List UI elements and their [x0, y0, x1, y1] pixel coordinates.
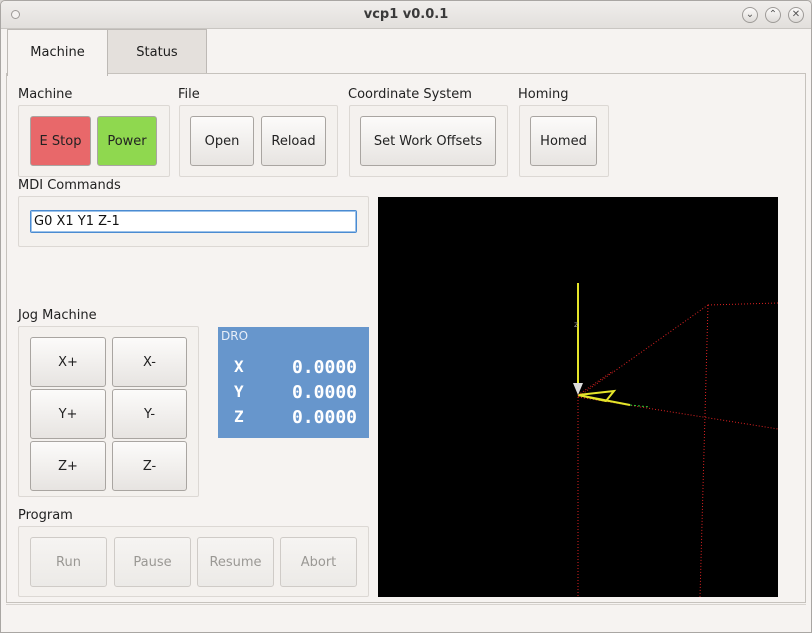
dro-row-x: X 0.0000 — [218, 357, 369, 379]
jog-z-plus-button[interactable]: Z+ — [30, 441, 106, 491]
homing-group-label: Homing — [518, 87, 569, 102]
dro-row-z: Z 0.0000 — [218, 407, 369, 429]
machine-group-label: Machine — [18, 87, 73, 102]
dro-axis-label: X — [234, 357, 244, 376]
coordinate-system-group-label: Coordinate System — [348, 87, 472, 102]
jog-z-minus-button[interactable]: Z- — [112, 441, 187, 491]
tab-bar: Machine Status — [1, 29, 811, 76]
homed-button[interactable]: Homed — [530, 116, 597, 166]
jog-group-label: Jog Machine — [18, 308, 97, 323]
file-group-label: File — [178, 87, 200, 102]
dro-axis-label: Y — [234, 382, 244, 401]
program-group-label: Program — [18, 508, 73, 523]
dro-value: 0.0000 — [291, 407, 357, 428]
power-button[interactable]: Power — [97, 116, 157, 166]
dro-axis-label: Z — [234, 407, 244, 426]
estop-button[interactable]: E Stop — [30, 116, 91, 166]
dro-value: 0.0000 — [291, 357, 357, 378]
resume-button[interactable]: Resume — [197, 537, 274, 587]
reload-button[interactable]: Reload — [261, 116, 326, 166]
jog-y-plus-button[interactable]: Y+ — [30, 389, 106, 439]
minimize-icon[interactable]: ⌄ — [742, 7, 758, 23]
abort-button[interactable]: Abort — [280, 537, 357, 587]
backplot-canvas: z — [573, 283, 779, 598]
mdi-command-input[interactable] — [30, 210, 357, 233]
mdi-group-label: MDI Commands — [18, 178, 121, 193]
jog-y-minus-button[interactable]: Y- — [112, 389, 187, 439]
x-axis-line — [629, 404, 651, 408]
pause-button[interactable]: Pause — [114, 537, 191, 587]
tab-status[interactable]: Status — [107, 29, 207, 75]
set-work-offsets-button[interactable]: Set Work Offsets — [360, 116, 496, 166]
dro-title: DRO — [221, 329, 249, 343]
tool-path-segment — [577, 389, 617, 403]
dro-panel: DRO X 0.0000 Y 0.0000 Z 0.0000 — [218, 327, 369, 438]
run-button[interactable]: Run — [30, 537, 107, 587]
axis-triad: z — [573, 283, 651, 408]
close-icon[interactable]: ✕ — [788, 7, 804, 23]
window-title: vcp1 v0.0.1 — [363, 7, 449, 22]
open-button[interactable]: Open — [190, 116, 254, 166]
tab-machine[interactable]: Machine — [7, 29, 108, 76]
backplot-viewport[interactable]: z — [378, 197, 779, 598]
z-axis-glyph: z — [574, 320, 578, 329]
maximize-icon[interactable]: ⌃ — [765, 7, 781, 23]
jog-x-minus-button[interactable]: X- — [112, 337, 187, 387]
machine-envelope — [577, 302, 779, 598]
title-bar[interactable]: vcp1 v0.0.1 ⌄ ⌃ ✕ — [1, 1, 811, 29]
jog-x-plus-button[interactable]: X+ — [30, 337, 106, 387]
status-bar — [6, 604, 806, 628]
dro-value: 0.0000 — [291, 382, 357, 403]
dro-row-y: Y 0.0000 — [218, 382, 369, 404]
